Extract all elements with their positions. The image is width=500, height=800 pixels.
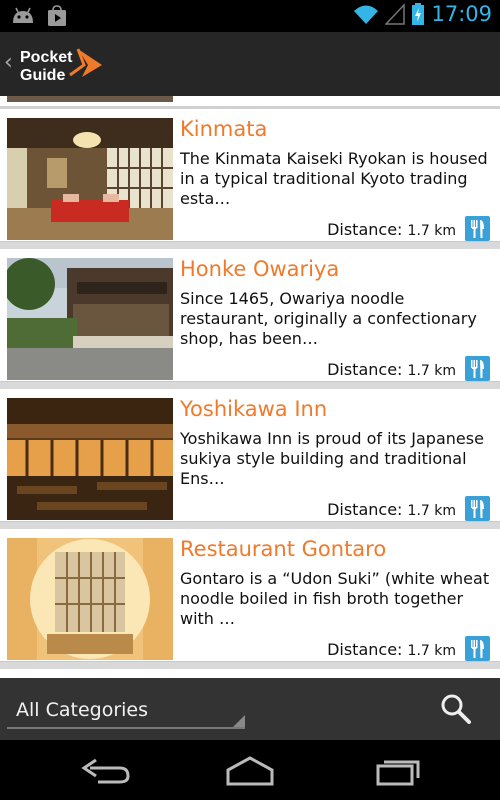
list-item-partial[interactable] [0,669,500,678]
clock: 17:09 [431,2,492,26]
signal-icon [385,3,406,25]
dropdown-arrow-icon [233,715,245,727]
distance-value: 1.7 km [407,643,456,659]
place-title[interactable]: Kinmata [180,117,267,141]
search-button[interactable] [436,690,476,730]
app-logo[interactable]: Pocket Guide [20,47,110,87]
list-item[interactable]: Yoshikawa Inn Yoshikawa Inn is proud of … [0,389,500,522]
home-button[interactable] [222,750,278,790]
place-description: Gontaro is a “Udon Suki” (white wheat no… [180,569,490,628]
place-thumbnail [7,398,173,520]
place-title[interactable]: Restaurant Gontaro [180,537,386,561]
list-item[interactable]: Restaurant Gontaro Gontaro is a “Udon Su… [0,529,500,662]
place-thumbnail [7,538,173,660]
distance-text: Distance: 1.7 km [327,360,456,379]
place-description: Since 1465, Owariya noodle restaurant, o… [180,289,477,348]
bottom-bar: All Categories [0,678,500,740]
recent-apps-button[interactable] [368,750,424,790]
distance-text: Distance: 1.7 km [327,220,456,239]
distance-label: Distance: [327,500,403,519]
battery-icon [412,3,425,25]
list-item[interactable]: Honke Owariya Since 1465, Owariya noodle… [0,249,500,382]
place-description: The Kinmata Kaiseki Ryokan is housed in … [180,149,488,208]
place-thumbnail [7,118,173,240]
list-item-partial[interactable] [0,96,500,109]
logo-text-guide: Guide [20,67,65,83]
restaurant-icon [465,216,490,241]
distance-text: Distance: 1.7 km [327,500,456,519]
list-item[interactable]: Kinmata The Kinmata Kaiseki Ryokan is ho… [0,109,500,242]
distance-text: Distance: 1.7 km [327,640,456,659]
place-thumbnail [7,258,173,380]
back-button[interactable] [76,750,132,790]
store-icon [48,5,66,26]
distance-value: 1.7 km [407,363,456,379]
restaurant-icon [465,636,490,661]
distance-value: 1.7 km [407,223,456,239]
status-bar: 17:09 [0,0,500,32]
places-list[interactable]: Kinmata The Kinmata Kaiseki Ryokan is ho… [0,96,500,678]
category-label: All Categories [16,699,149,721]
place-title[interactable]: Honke Owariya [180,257,339,281]
back-icon [81,758,130,784]
category-dropdown[interactable]: All Categories [7,691,245,729]
place-title[interactable]: Yoshikawa Inn [180,397,327,421]
distance-value: 1.7 km [407,503,456,519]
recent-apps-icon [376,760,420,786]
wifi-icon [354,5,379,24]
android-icon [13,7,33,23]
logo-text-pocket: Pocket [20,49,73,66]
place-description: Yoshikawa Inn is proud of its Japanese s… [180,429,484,488]
up-chevron-icon[interactable]: ‹ [4,50,13,75]
system-nav-bar [0,740,500,800]
home-icon [226,756,274,786]
distance-label: Distance: [327,360,403,379]
distance-label: Distance: [327,220,403,239]
action-bar: ‹ Pocket Guide [0,32,500,96]
search-icon [441,694,471,724]
distance-label: Distance: [327,640,403,659]
restaurant-icon [465,356,490,381]
restaurant-icon [465,496,490,521]
